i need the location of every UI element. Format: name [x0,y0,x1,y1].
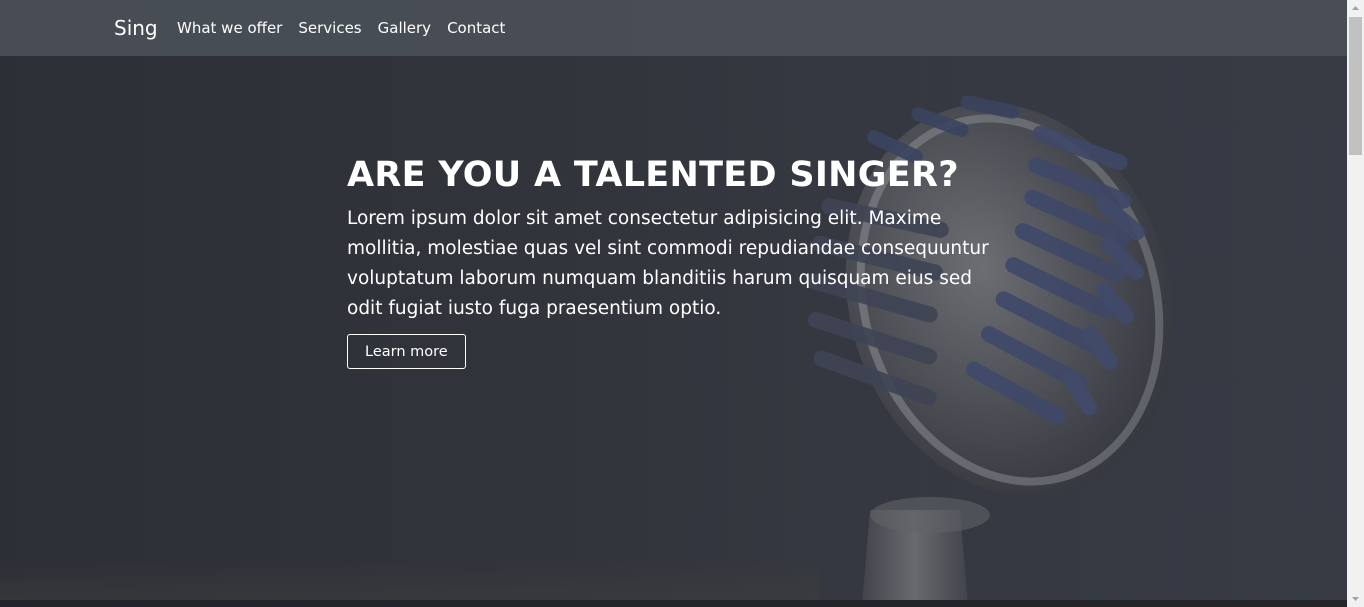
chevron-down-icon[interactable] [1347,590,1364,607]
hero-floor-shadow [0,560,820,600]
vertical-scrollbar[interactable] [1347,0,1364,607]
chevron-up-icon[interactable] [1347,0,1364,17]
hero-content: ARE YOU A TALENTED SINGER? Lorem ipsum d… [347,152,1007,369]
nav-link-contact[interactable]: Contact [447,18,505,38]
next-section-edge [0,600,1347,607]
nav-link-services[interactable]: Services [298,18,361,38]
nav-link-gallery[interactable]: Gallery [378,18,431,38]
brand-logo-link[interactable]: Sing [114,16,158,40]
browser-viewport: ARE YOU A TALENTED SINGER? Lorem ipsum d… [0,0,1347,607]
top-navbar: Sing What we offer Services Gallery Cont… [0,0,1347,56]
page: ARE YOU A TALENTED SINGER? Lorem ipsum d… [0,0,1364,607]
hero-section: ARE YOU A TALENTED SINGER? Lorem ipsum d… [0,0,1347,600]
nav-link-what-we-offer[interactable]: What we offer [177,18,282,38]
nav-links: What we offer Services Gallery Contact [177,18,505,38]
hero-headline: ARE YOU A TALENTED SINGER? [347,155,959,195]
learn-more-button[interactable]: Learn more [347,334,466,369]
scrollbar-thumb[interactable] [1349,17,1362,155]
hero-lead-text: Lorem ipsum dolor sit amet consectetur a… [347,208,989,319]
